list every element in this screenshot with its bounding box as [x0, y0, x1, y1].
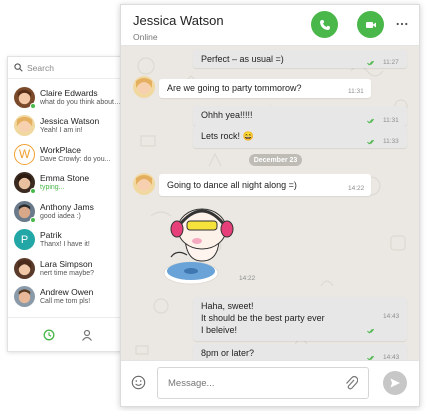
contact-list: Claire Edwards what do you think about… J…: [8, 83, 121, 311]
message-text: Lets rock! 😄: [201, 131, 254, 141]
avatar: P: [14, 229, 35, 251]
avatar: [14, 286, 35, 308]
send-button[interactable]: [383, 371, 407, 395]
contact-last-message: good iadea :): [40, 212, 81, 220]
contact-item-patrik[interactable]: P Patrik Thanx! I have it!: [8, 226, 121, 255]
contact-name: WorkPlace: [40, 144, 81, 155]
message-text: Perfect – as usual =): [201, 54, 284, 64]
message-composer: [121, 360, 419, 406]
contact-item-jessica-watson[interactable]: Jessica Watson Yeah! I am in!: [8, 112, 121, 141]
more-options-button[interactable]: [395, 17, 409, 31]
chat-header: Jessica Watson Online: [121, 5, 419, 46]
contact-item-claire-edwards[interactable]: Claire Edwards what do you think about…: [8, 83, 121, 112]
contacts-icon: [82, 329, 92, 341]
message-input[interactable]: [157, 367, 369, 399]
online-indicator: [30, 102, 36, 109]
contact-last-message: what do you think about…: [40, 98, 120, 106]
attachment-icon[interactable]: [344, 375, 358, 391]
avatar: [14, 115, 35, 137]
message-text-line: I beleive!: [201, 325, 238, 335]
contact-name: Anthony Jams: [40, 201, 94, 212]
contact-name: Jessica Watson: [40, 116, 100, 127]
patrik-initial: P: [14, 229, 35, 251]
search-bar: [8, 57, 121, 79]
contact-name: Claire Edwards: [40, 87, 98, 98]
contact-name: Lara Simpson: [40, 258, 93, 269]
message-time: 11:31: [383, 117, 399, 124]
contacts-tab-bar: [8, 317, 121, 351]
chat-window: Jessica Watson Online December 23 Perfec…: [120, 4, 420, 407]
contact-last-message: Call me tom pls!: [40, 298, 91, 306]
phone-icon: [319, 19, 330, 30]
contact-last-message: Dave Crowly: do you...: [40, 155, 111, 163]
message-time: 14:43: [383, 313, 400, 320]
read-receipt-icon: [367, 139, 375, 145]
date-divider: December 23: [249, 154, 302, 166]
contact-item-workplace[interactable]: W WorkPlace Dave Crowly: do you...: [8, 140, 121, 169]
message-list[interactable]: December 23 Perfect – as usual =) 11:27 …: [121, 46, 419, 362]
search-input[interactable]: [27, 62, 109, 73]
contact-name: Emma Stone: [40, 173, 90, 184]
more-icon: [396, 22, 408, 26]
avatar: [133, 76, 155, 98]
contact-name: Andrew Owen: [40, 287, 94, 298]
avatar: W: [14, 143, 35, 165]
contact-item-emma-stone[interactable]: Emma Stone typing...: [8, 169, 121, 198]
avatar: [14, 257, 35, 279]
video-call-button[interactable]: [357, 11, 384, 38]
send-icon: [390, 378, 400, 388]
search-icon: [14, 63, 23, 72]
message-time: 14:22: [239, 275, 256, 282]
message-text-line: It should be the best party ever: [201, 313, 325, 323]
recent-icon: [43, 329, 55, 340]
online-indicator: [30, 188, 36, 195]
workplace-logo: W: [14, 143, 35, 165]
video-icon: [365, 21, 376, 28]
message-time: 11:31: [348, 88, 364, 95]
read-receipt-icon: [367, 328, 375, 334]
dj-sticker: [163, 208, 234, 285]
contacts-panel: Claire Edwardswhat do you think about… J…: [7, 56, 122, 352]
voice-call-button[interactable]: [311, 11, 338, 38]
contact-last-message: Thanx! I have it!: [40, 241, 90, 249]
read-receipt-icon: [367, 60, 375, 66]
read-receipt-icon: [367, 118, 375, 124]
message-text: 8pm or later?: [201, 348, 255, 358]
tab-contacts[interactable]: [68, 318, 106, 352]
chat-contact-name: Jessica Watson: [133, 13, 224, 28]
contact-name: Patrik: [40, 230, 62, 241]
message-text-line: Haha, sweet!: [201, 301, 254, 311]
message-time: 11:33: [383, 138, 399, 145]
tab-recent[interactable]: [30, 318, 68, 352]
contact-item-anthony-jams[interactable]: Anthony Jams good iadea :): [8, 197, 121, 226]
chat-contact-status: Online: [133, 32, 158, 42]
contact-item-andrew-owen[interactable]: Andrew Owen Call me tom pls!: [8, 283, 121, 312]
message-text: Are we going to party tommorow?: [167, 83, 302, 93]
emoji-icon[interactable]: [131, 375, 146, 390]
message-time: 11:27: [383, 59, 399, 66]
online-indicator: [30, 216, 36, 223]
typing-indicator: typing...: [40, 184, 65, 192]
message-time: 14:22: [348, 185, 365, 192]
avatar: [14, 200, 36, 223]
avatar: [133, 173, 155, 195]
avatar: [14, 86, 36, 109]
avatar: [14, 172, 36, 195]
message-text: Ohhh yea!!!!!: [201, 110, 253, 120]
contact-item-lara-simpson[interactable]: Lara Simpson nert time maybe?: [8, 254, 121, 283]
message-text: Going to dance all night along =): [167, 180, 297, 190]
contact-last-message: nert time maybe?: [40, 269, 95, 277]
contact-last-message: Yeah! I am in!: [40, 127, 83, 135]
